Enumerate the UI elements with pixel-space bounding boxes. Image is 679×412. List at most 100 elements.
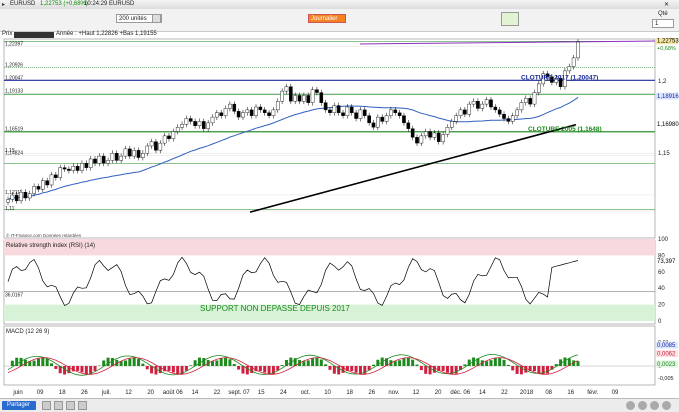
candle [476, 101, 479, 108]
chart-svg[interactable]: 1,251,21,151,27781,25981,223971,209261,2… [0, 38, 679, 398]
units-dropdown-icon[interactable] [152, 14, 161, 23]
candle [341, 113, 344, 116]
tool-icon[interactable] [54, 401, 63, 410]
macd-histogram-bar [228, 359, 231, 366]
rsi-axis-tick: 40 [658, 286, 665, 292]
cloture-2017-label: CLOTURE 2017 (1,20047) [521, 74, 598, 81]
x-axis-tick: 26 [81, 390, 88, 396]
candle [237, 111, 240, 117]
macd-histogram-bar [315, 357, 318, 366]
period-select[interactable]: Journalier [308, 14, 346, 23]
macd-histogram-bar [485, 361, 488, 366]
candle [198, 121, 201, 125]
zoom-out-icon[interactable] [626, 401, 635, 410]
macd-histogram-bar [107, 358, 110, 366]
candle [76, 166, 79, 170]
candle [502, 114, 505, 118]
candle [298, 95, 301, 101]
x-axis-tick: 09 [37, 390, 44, 396]
candle [507, 119, 510, 122]
macd-histogram-bar [85, 366, 88, 374]
candle [407, 123, 410, 129]
candle [124, 149, 127, 156]
macd-histogram-bar [455, 366, 458, 374]
candle [259, 107, 262, 110]
candle [59, 168, 62, 178]
scroll-left-icon[interactable] [650, 401, 659, 410]
macd-histogram-bar [407, 358, 410, 366]
candle [494, 107, 497, 110]
x-axis-tick: nov. [388, 390, 399, 396]
candle [80, 163, 83, 170]
candle [420, 136, 423, 143]
macd-histogram-bar [224, 357, 227, 366]
x-axis-tick: 16 [567, 390, 574, 396]
rsi-axis-tick: 100 [658, 237, 669, 243]
candle [6, 199, 9, 202]
macd-histogram-bar [577, 361, 580, 366]
macd-histogram-bar [33, 361, 36, 366]
candle [472, 101, 475, 104]
macd-histogram-bar [511, 366, 514, 370]
x-axis-tick: sept. 07 [228, 390, 250, 396]
change-badge: +0,68% [657, 46, 676, 52]
macd-histogram-bar [498, 358, 501, 366]
candle [207, 123, 210, 129]
candle [381, 117, 384, 121]
candle [524, 98, 527, 102]
candle [250, 110, 253, 116]
candle [93, 159, 96, 163]
macd-histogram-bar [176, 366, 179, 374]
candle [424, 132, 427, 136]
candle [520, 103, 523, 110]
macd-title: MACD (12 26 9) [6, 329, 49, 335]
window-title: EURUSD [10, 1, 35, 7]
macd-histogram-bar [446, 366, 449, 373]
tool-icon[interactable] [66, 401, 75, 410]
candle [89, 159, 92, 168]
candle [437, 133, 440, 142]
candle [263, 110, 266, 113]
candle [46, 181, 49, 185]
candle [450, 121, 453, 127]
tool-icon[interactable] [78, 401, 87, 410]
candle [511, 116, 514, 122]
macd-histogram-bar [133, 357, 136, 366]
candle [185, 119, 188, 125]
candle [315, 90, 318, 93]
scroll-right-icon[interactable] [662, 401, 671, 410]
candle [350, 107, 353, 113]
macd-histogram-bar [546, 366, 549, 374]
candle [215, 113, 218, 117]
x-axis-tick: juil. [101, 390, 111, 396]
candle [354, 113, 357, 119]
close-icon[interactable]: ✕ [664, 1, 669, 8]
candle [433, 133, 436, 137]
window-icon: ▸ [2, 1, 5, 8]
tool-icon[interactable] [42, 401, 51, 410]
candle [98, 156, 101, 163]
macd-histogram-bar [141, 364, 144, 366]
candle [459, 110, 462, 116]
candle [189, 119, 192, 122]
chart-type-icon[interactable] [501, 12, 519, 26]
share-button[interactable]: Partager [2, 401, 36, 410]
macd-pane [4, 326, 655, 385]
candle [385, 116, 388, 122]
macd-histogram-bar [198, 358, 201, 366]
macd-histogram-bar [63, 366, 66, 375]
candle [324, 103, 327, 110]
macd-histogram-bar [167, 366, 170, 371]
x-axis-tick: 12 [125, 390, 132, 396]
macd-histogram-bar [507, 365, 510, 366]
x-axis-tick: 10 [324, 390, 331, 396]
macd-histogram-bar [268, 366, 271, 374]
qty-input[interactable]: 1 [652, 19, 674, 28]
macd-histogram-bar [172, 366, 175, 372]
x-axis-tick: oct. [301, 390, 311, 396]
candle [267, 113, 270, 116]
macd-histogram-bar [533, 366, 536, 371]
zoom-in-icon[interactable] [638, 401, 647, 410]
candle [85, 163, 88, 167]
x-axis-tick: 22 [214, 390, 221, 396]
